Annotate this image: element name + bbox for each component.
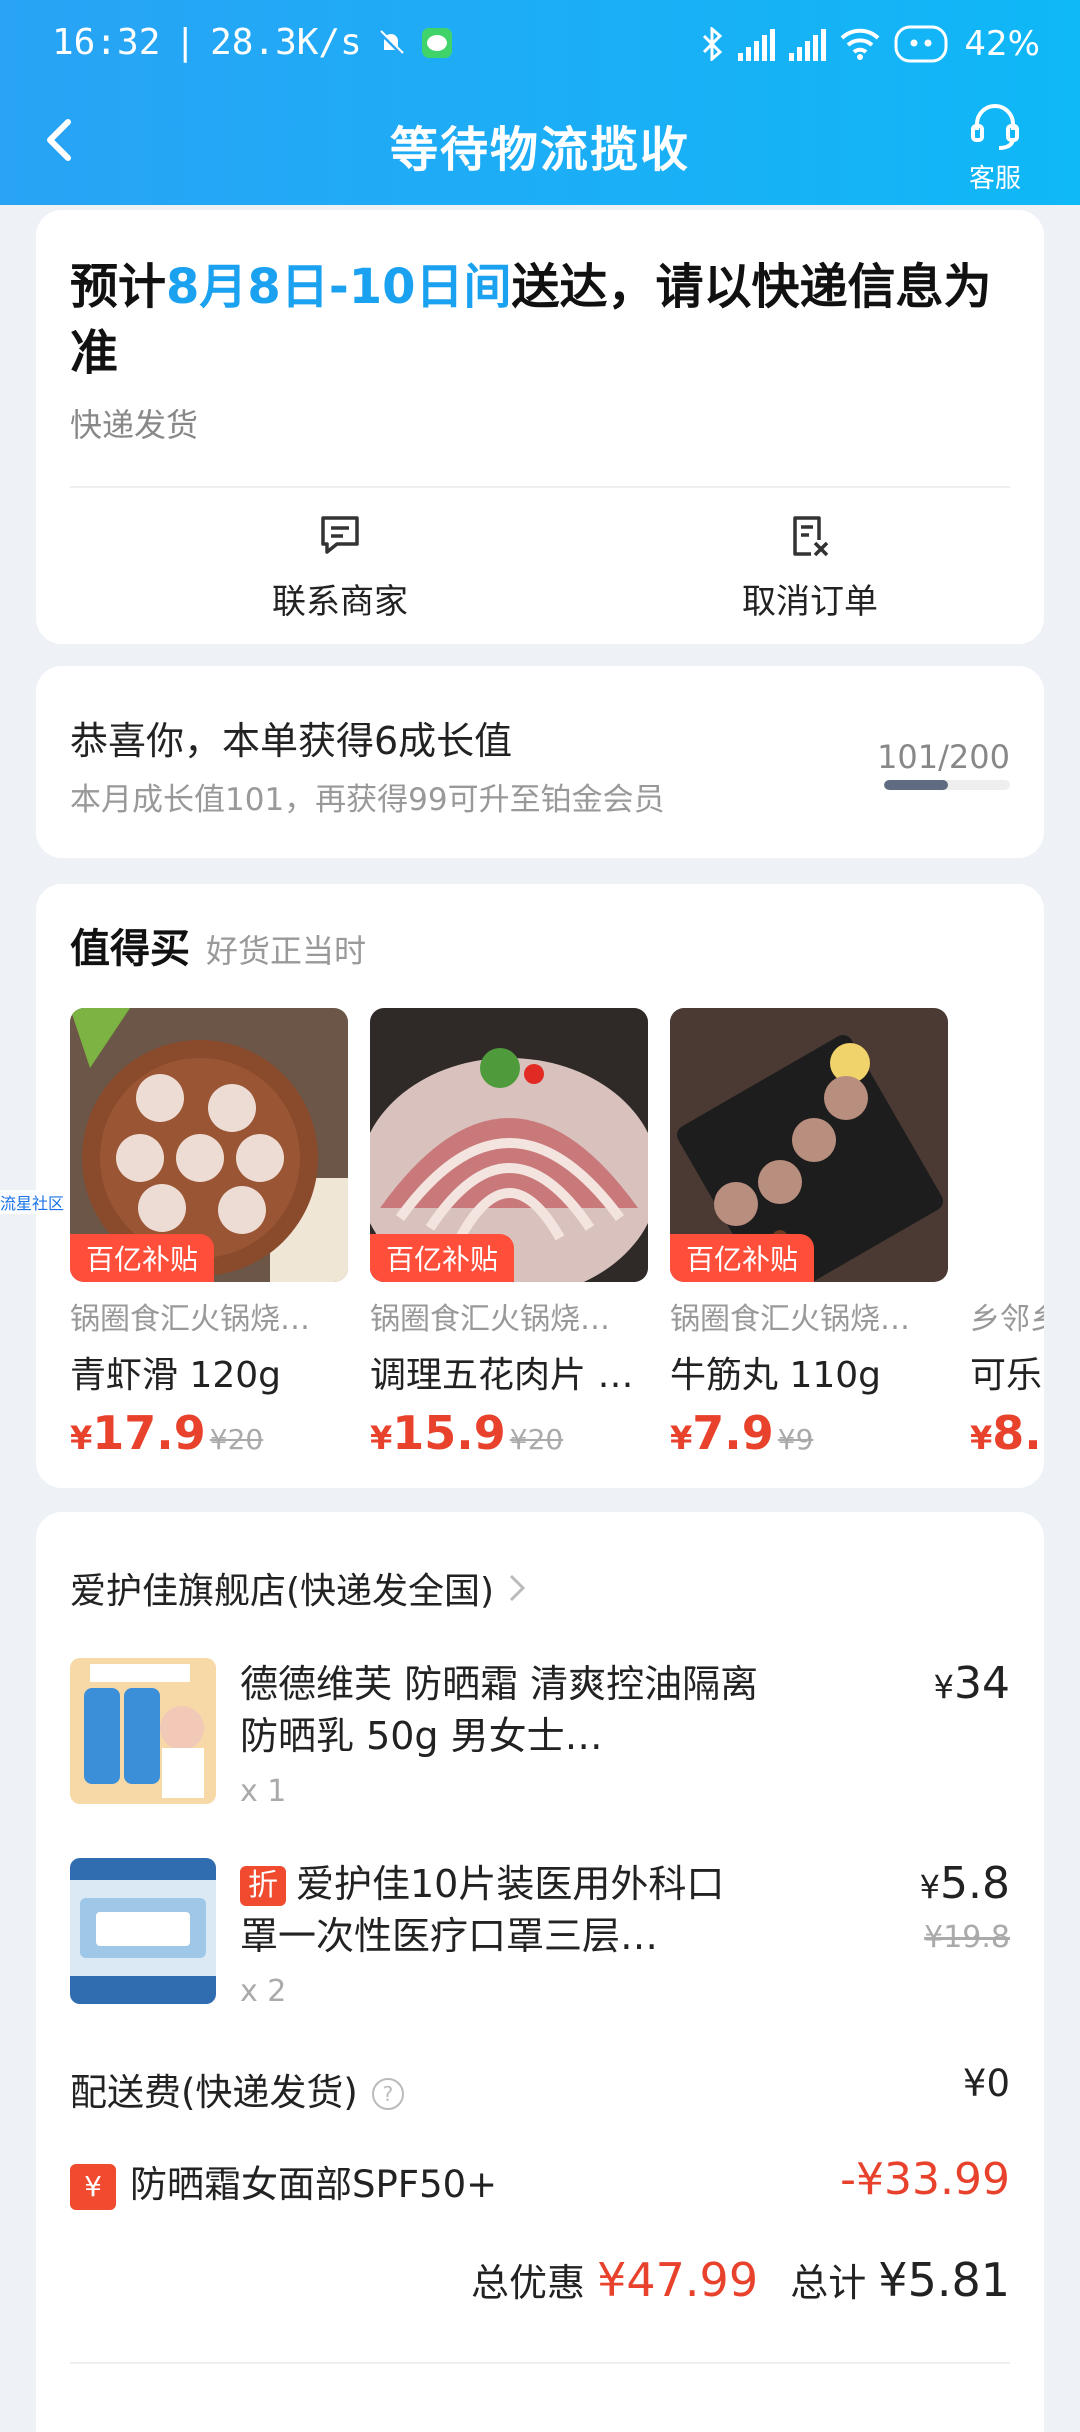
item-original-price: ¥19.8 xyxy=(924,1920,1010,1955)
order-totals: 总优惠 ¥47.99 总计 ¥5.81 xyxy=(471,2252,1010,2307)
discount-tag: 折 xyxy=(240,1866,286,1906)
product-price: ¥17.9 ¥20 xyxy=(70,1406,264,1460)
sunscreen-photo xyxy=(70,1658,216,1804)
recommend-subtitle: 好货正当时 xyxy=(206,932,367,970)
product-image-shrimp: 百亿补贴 xyxy=(70,1008,348,1282)
contact-merchant-label: 联系商家 xyxy=(272,582,408,622)
signal-icon xyxy=(738,27,776,61)
growth-subtitle: 本月成长值101，再获得99可升至铂金会员 xyxy=(70,782,665,818)
growth-card[interactable]: 恭喜你，本单获得6成长值 本月成长值101，再获得99可升至铂金会员 101/2… xyxy=(36,666,1044,858)
headset-icon xyxy=(971,104,1019,150)
cancel-document-icon xyxy=(793,516,829,557)
product-price: ¥15.9 ¥20 xyxy=(370,1406,564,1460)
help-icon[interactable]: ? xyxy=(371,2078,404,2110)
divider xyxy=(70,2362,1010,2364)
growth-progress-fill xyxy=(884,780,948,790)
shipping-method: 快递发货 xyxy=(70,406,199,444)
product-shop: 锅圈食汇火锅烧… xyxy=(70,1302,310,1337)
shipping-fee-row: 配送费(快递发货)? ¥0 xyxy=(70,2062,1010,2116)
growth-progress-text: 101/200 xyxy=(877,738,1010,776)
item-price: ¥34 xyxy=(933,1658,1010,1709)
product-shop: 乡邻乡 xyxy=(970,1302,1044,1337)
item-thumbnail-mask xyxy=(70,1858,216,2004)
assistant-icon xyxy=(894,25,948,63)
product-shop: 锅圈食汇火锅烧… xyxy=(670,1302,910,1337)
delivery-eta: 预计8月8日-10日间送达，请以快递信息为准 xyxy=(70,259,992,381)
product-price: ¥7.9 ¥9 xyxy=(670,1406,814,1460)
product-name: 牛筋丸 110g xyxy=(670,1355,882,1396)
order-item[interactable]: 德德维芙 防晒霜 清爽控油隔离防晒乳 50g 男女士… x 1 ¥34 xyxy=(70,1658,1010,1809)
customer-service-button[interactable]: 客服 xyxy=(950,102,1040,195)
customer-service-label: 客服 xyxy=(968,164,1021,194)
item-name: 折爱护佳10片装医用外科口罩一次性医疗口罩三层… xyxy=(240,1862,725,1958)
product-shop: 锅圈食汇火锅烧… xyxy=(370,1302,610,1337)
item-price: ¥5.8 xyxy=(919,1858,1010,1909)
shipping-fee-value: ¥0 xyxy=(962,2062,1010,2105)
status-time: 16:32 xyxy=(52,22,161,63)
product-image-partial xyxy=(970,1008,1044,1282)
page-title: 等待物流揽收 xyxy=(389,122,690,178)
product-name: 青虾滑 120g xyxy=(70,1355,282,1396)
shipping-fee-label: 配送费(快递发货) xyxy=(70,2071,358,2114)
status-right: 42% xyxy=(700,24,1040,64)
network-speed: 28.3K/s xyxy=(210,22,362,63)
item-thumbnail-sunscreen xyxy=(70,1658,216,1804)
subsidy-badge: 百亿补贴 xyxy=(70,1234,215,1282)
product-card[interactable]: 百亿补贴 锅圈食汇火锅烧… 牛筋丸 110g ¥7.9 ¥9 xyxy=(670,1008,948,1460)
total-label: 总计 xyxy=(790,2261,867,2305)
coupon-value: -¥33.99 xyxy=(840,2154,1010,2205)
coupon-row: ¥ 防晒霜女面部SPF50+ -¥33.99 xyxy=(70,2154,1010,2210)
coupon-label: 防晒霜女面部SPF50+ xyxy=(130,2163,498,2206)
mute-bell-icon xyxy=(378,29,404,55)
cancel-order-button[interactable]: 取消订单 xyxy=(660,510,960,623)
bluetooth-icon xyxy=(703,27,723,61)
battery-level: 42% xyxy=(964,24,1040,64)
wechat-icon xyxy=(421,27,452,58)
divider xyxy=(70,486,1010,488)
floating-community-tag[interactable]: 流星社区 xyxy=(0,1190,65,1214)
product-name: 可乐 xyxy=(970,1355,1043,1396)
contact-merchant-button[interactable]: 联系商家 xyxy=(190,510,490,623)
item-quantity: x 1 xyxy=(240,1774,287,1809)
subsidy-badge: 百亿补贴 xyxy=(370,1234,515,1282)
product-card[interactable]: 百亿补贴 锅圈食汇火锅烧… 青虾滑 120g ¥17.9 ¥20 xyxy=(70,1008,348,1460)
total-value: ¥5.81 xyxy=(878,2253,1010,2307)
item-quantity: x 2 xyxy=(240,1974,287,2009)
growth-progress-bar xyxy=(884,780,1010,790)
status-bar: 16:32 | 28.3K/s 42% xyxy=(0,0,1080,96)
coupon-icon: ¥ xyxy=(70,2163,116,2210)
store-name: 爱护佳旗舰店(快递发全国) xyxy=(70,1571,495,1612)
delivery-card: 预计8月8日-10日间送达，请以快递信息为准 快递发货 联系商家 取消订单 xyxy=(36,210,1044,644)
subsidy-badge: 百亿补贴 xyxy=(670,1234,815,1282)
store-link[interactable]: 爱护佳旗舰店(快递发全国) xyxy=(70,1562,528,1614)
signal-icon-2 xyxy=(789,27,827,61)
recommend-title: 值得买 xyxy=(70,926,190,972)
total-discount-value: ¥47.99 xyxy=(597,2253,759,2307)
app-header: 16:32 | 28.3K/s 42% 等待物流揽收 客服 xyxy=(0,0,1080,205)
recommend-card: 值得买 好货正当时 百亿补贴 锅圈食汇火锅烧… 青虾滑 120g ¥17.9 ¥2… xyxy=(36,884,1044,1488)
wifi-icon xyxy=(841,28,880,60)
product-price: ¥8.8 xyxy=(970,1406,1044,1460)
product-name: 调理五花肉片 … xyxy=(370,1355,634,1396)
order-card: 爱护佳旗舰店(快递发全国) 德德维芙 防晒霜 清爽控油隔离防晒乳 50g 男女士… xyxy=(36,1512,1044,2432)
eta-date-range: 8月8日-10日间 xyxy=(166,259,512,315)
status-left: 16:32 | 28.3K/s xyxy=(52,22,454,63)
chevron-right-icon xyxy=(510,1574,526,1602)
nav-bar: 等待物流揽收 客服 xyxy=(0,96,1080,205)
order-item[interactable]: 折爱护佳10片装医用外科口罩一次性医疗口罩三层… x 2 ¥5.8 ¥19.8 xyxy=(70,1858,1010,2009)
product-card[interactable]: 百亿补贴 锅圈食汇火锅烧… 调理五花肉片 … ¥15.9 ¥20 xyxy=(370,1008,648,1460)
total-discount-label: 总优惠 xyxy=(471,2261,586,2305)
product-image-beef-balls: 百亿补贴 xyxy=(670,1008,948,1282)
growth-title: 恭喜你，本单获得6成长值 xyxy=(70,719,513,763)
chat-icon xyxy=(321,516,359,554)
product-card[interactable]: 乡邻乡 可乐 ¥8.8 xyxy=(970,1008,1044,1460)
mask-photo xyxy=(70,1858,216,2004)
product-image-pork: 百亿补贴 xyxy=(370,1008,648,1282)
item-name: 德德维芙 防晒霜 清爽控油隔离防晒乳 50g 男女士… xyxy=(240,1662,759,1758)
cancel-order-label: 取消订单 xyxy=(742,582,878,622)
